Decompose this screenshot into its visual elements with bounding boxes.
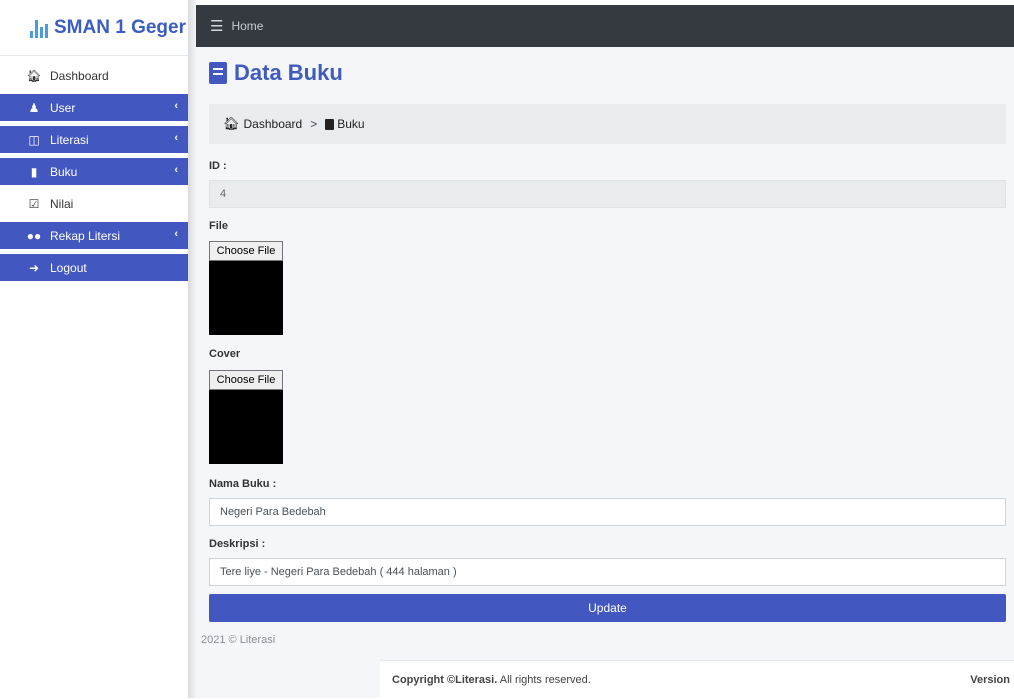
breadcrumb: 🏠︎ Dashboard > Buku: [209, 104, 1006, 144]
breadcrumb-dashboard-link[interactable]: Dashboard: [244, 117, 303, 131]
hamburger-menu-icon[interactable]: ☰: [210, 17, 223, 35]
file-choose-button[interactable]: Choose File: [209, 241, 283, 261]
home-icon: 🏠︎: [26, 68, 42, 83]
sidebar-item-label: Nilai: [50, 196, 74, 211]
sidebar-menu: 🏠︎ Dashboard ♟ User ‹ ◫ Literasi ‹ ▮ Buk…: [0, 62, 188, 286]
id-field: 4: [209, 180, 1006, 208]
sidebar-item-literasi[interactable]: ◫ Literasi ‹: [0, 126, 188, 153]
id-label: ID :: [209, 160, 227, 172]
nama-buku-label: Nama Buku :: [209, 478, 277, 490]
breadcrumb-separator: >: [310, 117, 318, 131]
sidebar-item-label: User: [50, 100, 76, 115]
footer-copyright-brand: Copyright ©Literasi.: [392, 674, 498, 686]
sidebar-item-user[interactable]: ♟ User ‹: [0, 94, 188, 121]
chevron-left-icon: ‹: [174, 132, 178, 144]
clipboard-check-icon: ☑: [28, 196, 40, 211]
footer-small-text: 2021 © Literasi: [201, 634, 276, 646]
cover-input[interactable]: Choose File: [209, 370, 283, 464]
footer-copyright: Copyright ©Literasi. All rights reserved…: [392, 674, 591, 686]
users-cog-icon: ♟: [28, 100, 40, 115]
chevron-left-icon: ‹: [174, 100, 178, 112]
update-button[interactable]: Update: [209, 594, 1006, 622]
book-icon: ▮: [30, 164, 38, 179]
chevron-left-icon: ‹: [174, 228, 178, 240]
sidebar-shadow: [188, 0, 196, 698]
content-wrapper: Data Buku 🏠︎ Dashboard > Buku ID : 4 Fil…: [196, 47, 1014, 699]
sidebar-item-label: Rekap Litersi: [50, 228, 121, 243]
brand-title: SMAN 1 Geger: [54, 16, 186, 38]
cover-choose-button[interactable]: Choose File: [209, 370, 283, 390]
file-label: File: [209, 220, 228, 232]
nav-home-link[interactable]: Home: [231, 19, 263, 33]
sidebar-item-label: Buku: [50, 164, 78, 179]
book-icon: [325, 118, 335, 130]
home-icon: 🏠︎: [223, 116, 240, 131]
deskripsi-input[interactable]: Tere liye - Negeri Para Bedebah ( 444 ha…: [209, 558, 1006, 586]
deskripsi-label: Deskripsi :: [209, 538, 266, 550]
sign-out-icon: ➜: [28, 260, 40, 275]
sidebar-item-rekap-litersi[interactable]: ●● Rekap Litersi ‹: [0, 222, 188, 249]
nama-buku-input[interactable]: Negeri Para Bedebah: [209, 498, 1006, 526]
footer-version: Version: [970, 674, 1010, 686]
book-open-icon: ◫: [28, 132, 40, 147]
page-title-text: Data Buku: [234, 60, 343, 85]
sidebar-item-logout[interactable]: ➜ Logout: [0, 254, 188, 281]
sidebar-item-dashboard[interactable]: 🏠︎ Dashboard: [0, 62, 188, 89]
footer-copyright-rest: All rights reserved.: [497, 674, 591, 686]
chevron-left-icon: ‹: [174, 164, 178, 176]
sidebar-item-label: Dashboard: [50, 68, 109, 83]
cover-label: Cover: [209, 348, 241, 360]
sidebar-item-nilai[interactable]: ☑ Nilai: [0, 190, 188, 217]
page-title: Data Buku: [209, 60, 343, 86]
sidebar-item-label: Literasi: [50, 132, 89, 147]
sidebar-item-buku[interactable]: ▮ Buku ‹: [0, 158, 188, 185]
file-input[interactable]: Choose File: [209, 241, 283, 335]
top-navbar: ☰ Home: [196, 5, 1014, 47]
brand-link[interactable]: SMAN 1 Geger: [0, 0, 188, 56]
sidebar-item-label: Logout: [50, 260, 87, 275]
sidebar: SMAN 1 Geger 🏠︎ Dashboard ♟ User ‹ ◫ Lit…: [0, 0, 188, 698]
users-icon: ●●: [26, 228, 42, 243]
book-icon: [209, 62, 227, 84]
brand-logo-icon: [30, 18, 48, 38]
main-footer: Copyright ©Literasi. All rights reserved…: [380, 660, 1014, 699]
breadcrumb-current: Buku: [337, 117, 365, 131]
